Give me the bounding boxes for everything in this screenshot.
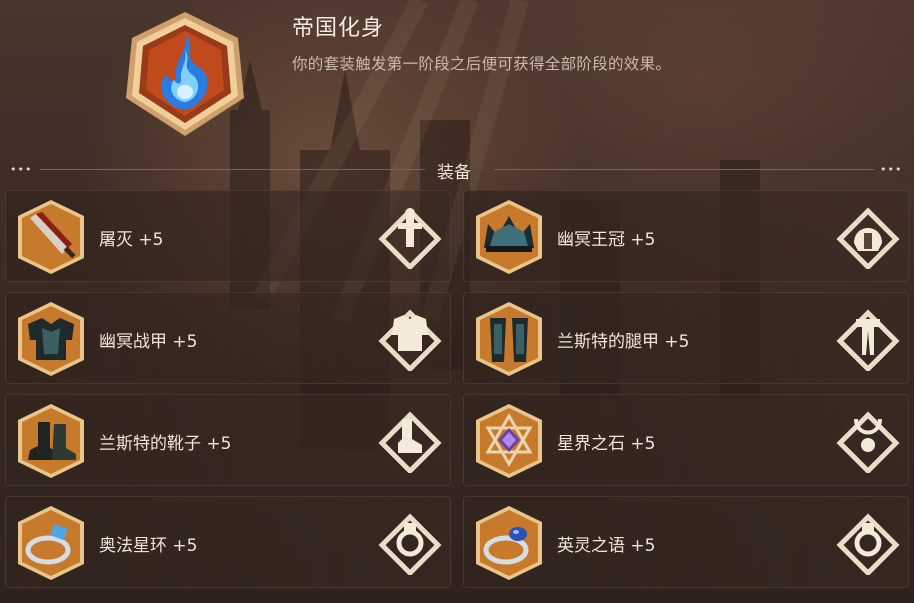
divider-dots-left: •••	[10, 163, 33, 176]
sapphire-ring-icon	[476, 506, 542, 580]
equipment-card[interactable]: 屠灭 +5	[5, 190, 451, 282]
item-label: 兰斯特的腿甲 +5	[557, 332, 690, 352]
boots-icon	[18, 404, 84, 478]
astral-stone-icon	[476, 404, 542, 478]
item-label: 星界之石 +5	[557, 434, 656, 454]
serrated-sword-icon	[18, 200, 84, 274]
equipment-card[interactable]: 奥法星环 +5	[5, 496, 451, 588]
helmet-slot-icon	[836, 207, 900, 269]
amulet-slot-icon	[836, 411, 900, 473]
divider-line-right	[494, 169, 874, 170]
divider-line-left	[40, 169, 425, 170]
weapon-slot-icon	[378, 207, 442, 269]
legs-slot-icon	[836, 309, 900, 371]
leg-armor-icon	[476, 302, 542, 376]
ring-slot-icon	[836, 513, 900, 575]
item-label: 奥法星环 +5	[99, 536, 198, 556]
equipment-card[interactable]: 幽冥王冠 +5	[463, 190, 909, 282]
divider-dots-right: •••	[880, 163, 903, 176]
chest-slot-icon	[378, 309, 442, 371]
boots-slot-icon	[378, 411, 442, 473]
arcane-ring-icon	[18, 506, 84, 580]
equipment-card[interactable]: 兰斯特的靴子 +5	[5, 394, 451, 486]
equipment-card[interactable]: 兰斯特的腿甲 +5	[463, 292, 909, 384]
equipment-card[interactable]: 英灵之语 +5	[463, 496, 909, 588]
dark-crown-icon	[476, 200, 542, 274]
item-label: 屠灭 +5	[99, 230, 164, 250]
item-label: 幽冥王冠 +5	[557, 230, 656, 250]
set-description: 你的套装触发第一阶段之后便可获得全部阶段的效果。	[292, 55, 672, 73]
equipment-card[interactable]: 幽冥战甲 +5	[5, 292, 451, 384]
item-label: 兰斯特的靴子 +5	[99, 434, 232, 454]
equipment-card[interactable]: 星界之石 +5	[463, 394, 909, 486]
ring-slot-icon	[378, 513, 442, 575]
item-label: 英灵之语 +5	[557, 536, 656, 556]
dark-armor-icon	[18, 302, 84, 376]
set-title: 帝国化身	[292, 16, 385, 41]
section-title: 装备	[437, 163, 471, 183]
set-emblem	[126, 12, 244, 136]
item-label: 幽冥战甲 +5	[99, 332, 198, 352]
